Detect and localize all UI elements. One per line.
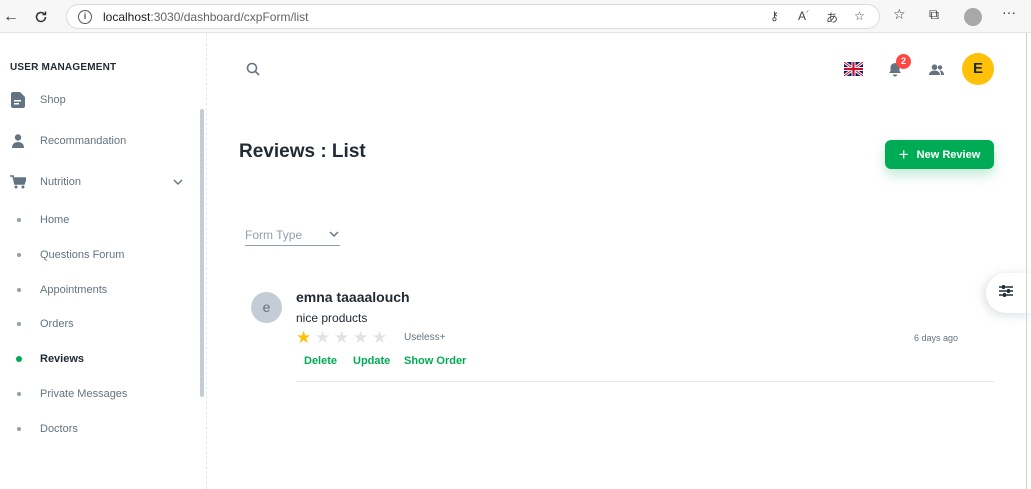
chevron-down-icon[interactable] bbox=[173, 177, 183, 188]
favorite-star-icon[interactable]: ☆ bbox=[854, 9, 865, 23]
back-icon[interactable]: ← bbox=[0, 6, 22, 28]
user-avatar[interactable]: E bbox=[962, 53, 994, 85]
sidebar-subitem-appointments[interactable]: Appointments bbox=[0, 276, 200, 304]
key-icon[interactable]: ⚷ bbox=[770, 9, 779, 23]
address-bar[interactable]: i localhost:3030/dashboard/cxpForm/list … bbox=[66, 4, 880, 29]
cart-icon bbox=[10, 174, 26, 190]
sidebar-subitem-questions-forum[interactable]: Questions Forum bbox=[0, 241, 200, 269]
bullet-dot bbox=[17, 218, 21, 222]
sidebar-item-recommandation[interactable]: Recommandation bbox=[0, 125, 200, 157]
review-avatar: e bbox=[251, 292, 282, 323]
sidebar-subitem-label: Home bbox=[40, 214, 70, 226]
star-empty-icon: ★ bbox=[353, 328, 369, 347]
browser-profile-icon[interactable] bbox=[964, 8, 982, 26]
bullet-dot bbox=[17, 427, 21, 431]
translate-icon[interactable]: あ bbox=[826, 9, 838, 26]
info-icon[interactable]: i bbox=[78, 10, 92, 24]
new-review-button[interactable]: + New Review bbox=[885, 140, 994, 169]
review-text: nice products bbox=[296, 311, 368, 325]
star-empty-icon: ★ bbox=[334, 328, 350, 347]
review-author: emna taaaalouch bbox=[296, 289, 410, 305]
update-button[interactable]: Update bbox=[353, 355, 390, 367]
bullet-dot bbox=[17, 392, 21, 396]
sidebar-subitem-label: Appointments bbox=[40, 284, 108, 296]
active-dot bbox=[16, 356, 22, 362]
settings-drawer-button[interactable] bbox=[986, 273, 1031, 313]
form-type-label: Form Type bbox=[245, 228, 303, 242]
sidebar-subitem-reviews[interactable]: Reviews bbox=[0, 345, 200, 373]
rating-label: Useless+ bbox=[404, 332, 446, 343]
sidebar-subitem-label: Private Messages bbox=[40, 388, 128, 400]
sidebar-scrollbar[interactable] bbox=[200, 109, 204, 397]
star-filled-icon: ★ bbox=[296, 328, 312, 347]
plus-icon: + bbox=[898, 145, 909, 164]
rating-stars: ★ ★ ★ ★ ★ bbox=[296, 329, 391, 347]
bullet-dot bbox=[17, 322, 21, 326]
sidebar: USER MANAGEMENT Shop Recommandation Nutr… bbox=[0, 33, 207, 489]
star-empty-icon: ★ bbox=[315, 328, 331, 347]
star-empty-icon: ★ bbox=[372, 328, 388, 347]
sidebar-subitem-doctors[interactable]: Doctors bbox=[0, 415, 200, 443]
favorites-icon[interactable]: ☆ bbox=[893, 6, 906, 23]
browser-toolbar: ← i localhost:3030/dashboard/cxpForm/lis… bbox=[0, 0, 1031, 33]
uk-flag-icon[interactable] bbox=[843, 60, 864, 78]
window-edge bbox=[1026, 33, 1027, 489]
sliders-icon bbox=[998, 284, 1014, 303]
sidebar-subitem-label: Reviews bbox=[40, 353, 85, 365]
bullet-dot bbox=[17, 288, 21, 292]
sidebar-subitem-label: Questions Forum bbox=[40, 249, 125, 261]
sidebar-subitem-label: Doctors bbox=[40, 423, 78, 435]
reload-icon[interactable] bbox=[30, 6, 52, 28]
file-icon bbox=[10, 92, 26, 108]
collections-icon[interactable]: ⧉ bbox=[929, 6, 939, 23]
notification-badge: 2 bbox=[896, 54, 911, 69]
page-title: Reviews : List bbox=[239, 141, 366, 162]
show-order-button[interactable]: Show Order bbox=[404, 355, 466, 367]
url-text: localhost:3030/dashboard/cxpForm/list bbox=[103, 10, 309, 24]
sidebar-item-label: Recommandation bbox=[40, 135, 127, 147]
divider bbox=[296, 381, 994, 382]
delete-button[interactable]: Delete bbox=[304, 355, 337, 367]
review-timestamp: 6 days ago bbox=[914, 333, 959, 343]
sidebar-item-nutrition[interactable]: Nutrition bbox=[0, 166, 200, 198]
chevron-down-icon bbox=[329, 229, 339, 240]
more-menu-icon[interactable]: ··· bbox=[1002, 4, 1016, 20]
contacts-icon[interactable] bbox=[929, 63, 944, 81]
sidebar-subitem-home[interactable]: Home bbox=[0, 206, 200, 234]
sidebar-subitem-private-messages[interactable]: Private Messages bbox=[0, 380, 200, 408]
sidebar-item-shop[interactable]: Shop bbox=[0, 84, 200, 116]
sidebar-section-header: USER MANAGEMENT bbox=[10, 62, 117, 73]
form-type-select[interactable]: Form Type bbox=[245, 224, 340, 246]
sidebar-item-label: Nutrition bbox=[40, 176, 81, 188]
person-icon bbox=[10, 133, 26, 149]
sidebar-subitem-orders[interactable]: Orders bbox=[0, 310, 200, 338]
sidebar-subitem-label: Orders bbox=[40, 318, 74, 330]
search-icon[interactable] bbox=[246, 62, 260, 81]
sidebar-item-label: Shop bbox=[40, 94, 66, 106]
new-review-label: New Review bbox=[916, 148, 981, 161]
bullet-dot bbox=[17, 253, 21, 257]
read-aloud-icon[interactable]: Aᐟ bbox=[798, 9, 809, 23]
